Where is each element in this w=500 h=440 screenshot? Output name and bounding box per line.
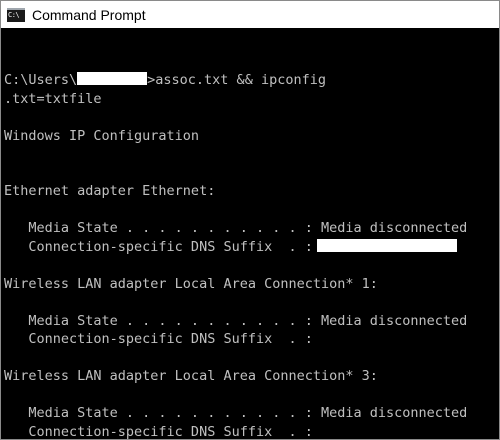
console-line: Wireless LAN adapter Local Area Connecti…	[4, 275, 378, 292]
prompt-path: C:\Users\	[4, 72, 78, 88]
console-line: Connection-specific DNS Suffix . :	[4, 331, 313, 347]
console-line: Media State . . . . . . . . . . . : Medi…	[4, 312, 468, 329]
console-output[interactable]: C:\Users\ >assoc.txt && ipconfig .txt=txt…	[1, 28, 499, 439]
console-line: Ethernet adapter Ethernet:	[4, 183, 216, 199]
command-prompt-window[interactable]: C:\ Command Prompt C:\Users\ >assoc.txt &…	[0, 0, 500, 440]
console-line: Connection-specific DNS Suffix . :	[4, 423, 313, 440]
console-line: .txt=txtfile	[4, 90, 102, 107]
console-line: Windows IP Configuration	[4, 127, 200, 144]
redacted-username	[77, 72, 148, 85]
console-line: Media State . . . . . . . . . . . : Medi…	[4, 220, 468, 236]
window-title: Command Prompt	[32, 6, 146, 23]
command-prompt-icon-glyph: C:\	[8, 10, 20, 19]
command-line: C:\Users\ >assoc.txt && ipconfig	[4, 71, 499, 90]
command-text: >assoc.txt && ipconfig	[147, 72, 326, 88]
console-line: Wireless LAN adapter Local Area Connecti…	[4, 368, 378, 384]
redacted-dns-suffix	[316, 238, 457, 252]
title-bar[interactable]: C:\ Command Prompt	[1, 1, 499, 28]
command-prompt-icon: C:\	[7, 7, 25, 22]
console-line: Media State . . . . . . . . . . . : Medi…	[4, 405, 468, 421]
dns-suffix-label: Connection-specific DNS Suffix . :	[4, 238, 313, 255]
dns-suffix-line: Connection-specific DNS Suffix . :	[4, 238, 499, 257]
